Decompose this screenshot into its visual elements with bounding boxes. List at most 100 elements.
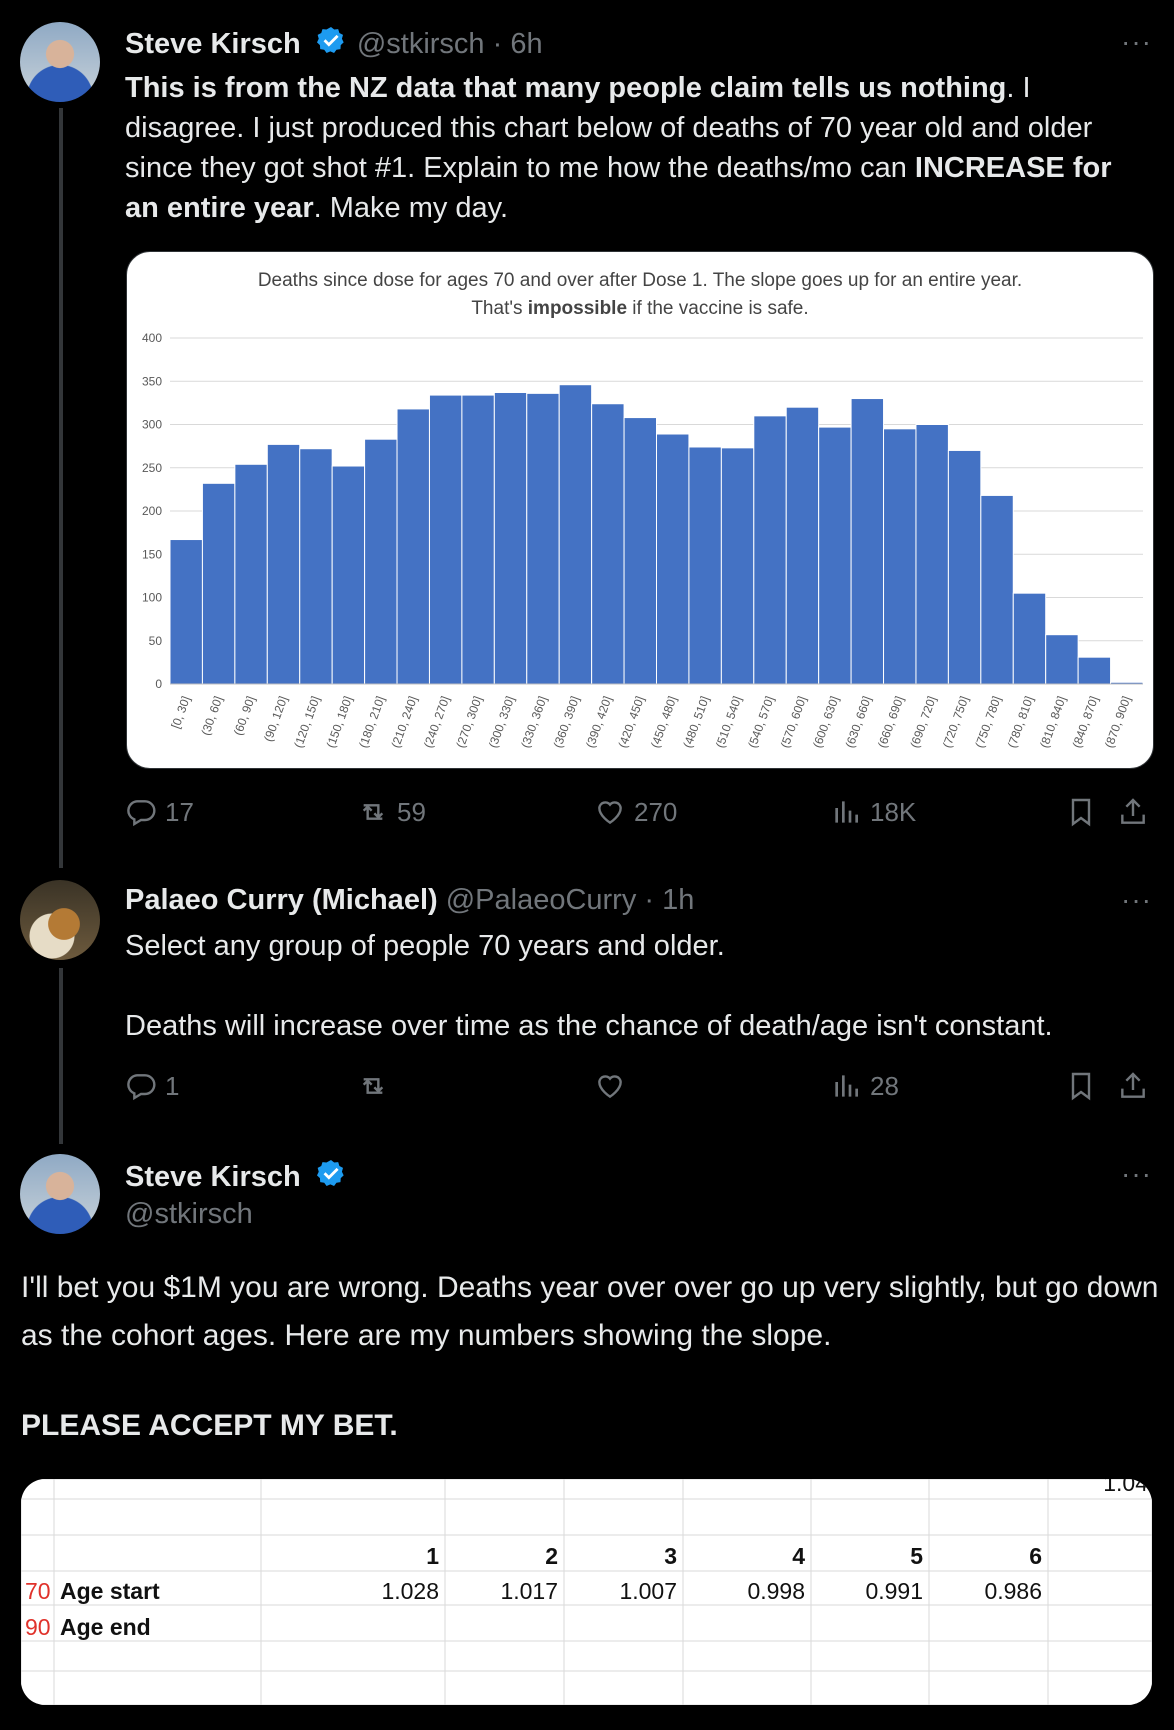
avatar[interactable] [20,880,100,960]
x-tick-label: (330, 360] [518,694,550,750]
x-tick-label: (300, 330] [486,694,518,750]
timestamp[interactable]: · 1h [644,884,694,916]
column-header: 3 [664,1543,677,1569]
verified-badge-icon [316,1160,344,1186]
reply-count: 17 [165,796,194,827]
bar [656,433,690,685]
reply-button[interactable]: 1 [125,1070,179,1102]
reply-button[interactable]: 17 [125,796,194,828]
tweet-text: This is from the NZ data that many peopl… [125,68,1135,228]
tweet-text-part: . Make my day. [313,192,509,224]
tweet-text-bold: This is from the NZ data that many peopl… [125,72,1007,104]
spreadsheet-image[interactable]: 1.04 1 2 3 4 5 6 70 Age start 1.028 1.017 1.007 0.99… [21,1479,1152,1705]
bar [753,415,787,685]
timestamp[interactable]: · 6h [493,28,543,60]
y-tick-label: 100 [142,591,162,605]
author-name[interactable]: Palaeo Curry (Michael) [125,884,438,916]
avatar[interactable] [20,1154,100,1234]
x-tick-label: (450, 480] [648,694,680,750]
y-tick-label: 300 [142,418,162,432]
x-tick-label: (360, 390] [551,694,583,750]
bar [1077,656,1112,685]
x-tick-label: (240, 270] [421,694,453,750]
y-tick-label: 150 [142,547,162,561]
bookmark-button[interactable] [1065,1070,1097,1102]
more-options-icon[interactable]: ··· [1121,1158,1152,1190]
more-options-icon[interactable]: ··· [1121,26,1152,58]
y-tick-label: 350 [142,374,162,388]
bar [1045,634,1079,685]
repost-count: 59 [397,796,426,827]
column-header: 5 [910,1543,923,1569]
cell-value: 0.986 [984,1578,1042,1604]
repost-button[interactable]: 59 [357,796,426,828]
bar [364,438,398,685]
cell-value: 1.04 [1103,1479,1148,1496]
x-tick-label: (480, 510] [680,694,712,750]
heart-icon [598,1075,622,1099]
x-tick-label: (150, 180] [324,694,356,750]
y-tick-label: 200 [142,504,162,518]
share-icon [1121,1072,1145,1098]
column-header: 6 [1029,1543,1042,1569]
views-button[interactable]: 18K [830,796,916,828]
bar [688,446,722,685]
bar [493,391,528,685]
bar [266,443,301,685]
bar [915,424,949,685]
share-button[interactable] [1117,796,1149,828]
heart-icon [598,801,622,825]
bar [428,394,463,685]
tweet-header: Palaeo Curry (Michael) @PalaeoCurry · 1h [125,884,694,917]
author-name[interactable]: Steve Kirsch [125,1161,301,1193]
spreadsheet-grid: 1.04 1 2 3 4 5 6 70 Age start 1.028 1.017 1.007 0.99… [21,1479,1152,1705]
y-tick-label: 50 [149,634,163,648]
more-options-icon[interactable]: ··· [1121,884,1152,916]
like-button[interactable]: 270 [594,796,677,828]
repost-button[interactable] [357,1070,389,1102]
bar [818,426,852,685]
like-button[interactable] [594,1070,626,1102]
x-tick-label: (720, 750] [940,694,972,750]
cell-value: 1.028 [381,1578,439,1604]
bar [623,417,658,685]
x-tick-label: (870, 900] [1102,694,1134,750]
author-handle[interactable]: @stkirsch [357,28,485,60]
x-tick-label: (690, 720] [907,694,939,750]
x-tick-label: (210, 240] [388,694,420,750]
bookmark-icon [1071,798,1091,827]
row-number: 90 [25,1614,51,1640]
bar [720,447,755,685]
bookmark-button[interactable] [1065,796,1097,828]
tweet-text-line: Deaths will increase over time as the ch… [125,1010,1053,1042]
x-tick-label: [0, 30] [168,694,193,730]
avatar[interactable] [20,22,100,102]
views-button[interactable]: 28 [830,1070,899,1102]
row-label: Age start [60,1578,160,1604]
row-number: 70 [25,1578,51,1604]
chart-image[interactable]: Deaths since dose for ages 70 and over a… [126,251,1154,769]
author-handle[interactable]: @stkirsch [125,1198,253,1231]
x-tick-label: (540, 570] [745,694,777,750]
bar [1012,592,1047,685]
x-tick-label: (750, 780] [972,694,1004,750]
bar [169,539,203,685]
author-handle[interactable]: @PalaeoCurry [446,884,637,916]
x-tick-label: (120, 150] [291,694,323,750]
bar [591,403,625,685]
share-icon [1121,798,1145,824]
x-tick-label: (60, 90] [231,694,258,737]
tweet-text-bold: PLEASE ACCEPT MY BET. [21,1409,398,1442]
author-name[interactable]: Steve Kirsch [125,28,301,60]
x-tick-label: (780, 810] [1005,694,1037,750]
share-button[interactable] [1117,1070,1149,1102]
bar [947,449,982,685]
cell-value: 1.017 [500,1578,558,1604]
x-tick-label: (180, 210] [356,694,388,750]
row-label: Age end [60,1614,151,1640]
views-count: 28 [870,1070,899,1101]
bookmark-icon [1071,1072,1091,1101]
reply-count: 1 [165,1070,180,1101]
views-count: 18K [870,796,917,827]
x-tick-label: (420, 450] [615,694,647,750]
